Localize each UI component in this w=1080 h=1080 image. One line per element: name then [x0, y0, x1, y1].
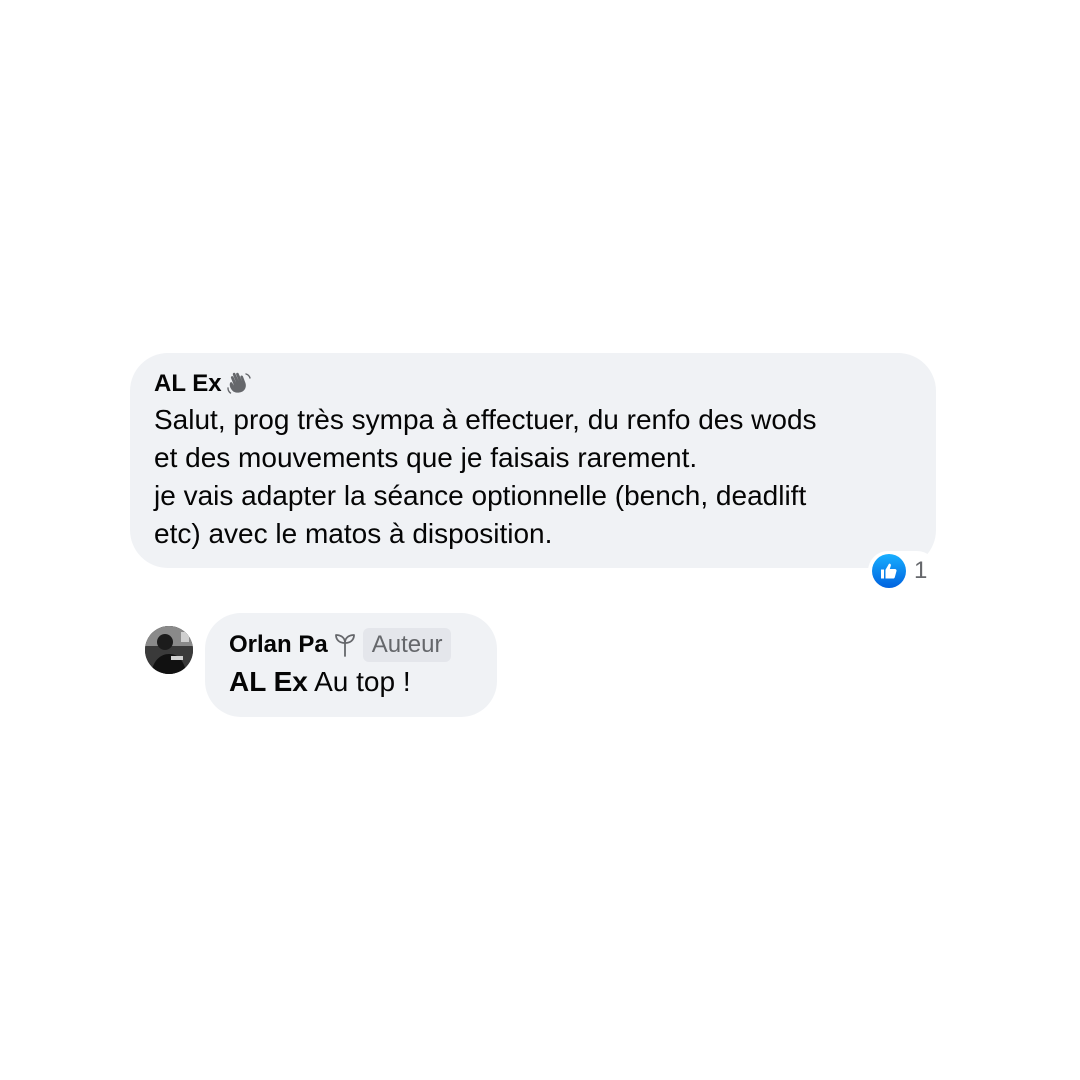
avatar[interactable] — [145, 626, 193, 674]
comment-text-line: je vais adapter la séance optionnelle (b… — [154, 480, 807, 511]
sprout-icon — [333, 632, 357, 658]
comment-text-line: et des mouvements que je faisais raremen… — [154, 442, 698, 473]
like-icon — [872, 554, 906, 588]
reply-author-row: Orlan Pa Auteur — [229, 627, 473, 663]
reaction-count: 1 — [914, 557, 928, 584]
reply-author-name[interactable]: Orlan Pa — [229, 631, 328, 659]
reply-bubble: Orlan Pa Auteur AL Ex Au top ! — [205, 613, 497, 717]
author-role-badge: Auteur — [362, 628, 452, 662]
reply-message: Au top ! — [307, 666, 411, 697]
comment-text-line: etc) avec le matos à disposition. — [154, 518, 553, 549]
reply-text: AL Ex Au top ! — [229, 663, 473, 701]
waving-hand-icon — [226, 371, 252, 397]
comment-text: Salut, prog très sympa à effectuer, du r… — [154, 401, 912, 553]
comment-text-line: Salut, prog très sympa à effectuer, du r… — [154, 404, 817, 435]
comment-bubble: AL Ex Salut, prog très sympa à effectuer… — [130, 353, 936, 568]
reaction-summary[interactable]: 1 — [868, 551, 938, 591]
comment-author-name[interactable]: AL Ex — [154, 367, 222, 401]
comment-author-row: AL Ex — [154, 367, 912, 401]
mention-link[interactable]: AL Ex — [229, 666, 308, 697]
comment-thread: AL Ex Salut, prog très sympa à effectuer… — [0, 0, 1080, 1080]
